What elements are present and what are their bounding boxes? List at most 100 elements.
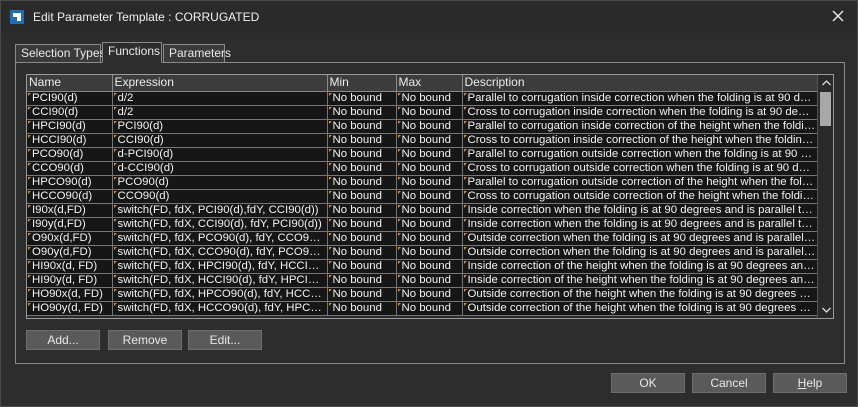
- cell-max[interactable]: No bound: [396, 301, 463, 316]
- cell-max[interactable]: No bound: [396, 161, 463, 176]
- cell-name[interactable]: HPCO90(d): [27, 175, 113, 190]
- add-button[interactable]: Add...: [26, 330, 100, 350]
- cell-expression[interactable]: switch(FD, fdX, HCCI90(d), fdY, HPCI90(d…: [112, 273, 328, 288]
- cell-min[interactable]: No bound: [327, 133, 397, 148]
- cell-name[interactable]: HO90x(d, FD): [27, 287, 113, 302]
- cell-expression[interactable]: d-CCI90(d): [112, 161, 328, 176]
- cell-name[interactable]: HCCO90(d): [27, 189, 113, 204]
- cell-expression[interactable]: d-PCI90(d): [112, 147, 328, 162]
- column-header-description[interactable]: Description: [462, 75, 818, 92]
- cell-name[interactable]: CCO90(d): [27, 161, 113, 176]
- cell-expression[interactable]: switch(FD, fdX, HCCO90(d), fdY, HPCO90(.…: [112, 301, 328, 316]
- cell-min[interactable]: No bound: [327, 259, 397, 274]
- cell-expression[interactable]: PCO90(d): [112, 175, 328, 190]
- cell-description[interactable]: Inside correction when the folding is at…: [462, 203, 818, 218]
- cell-max[interactable]: No bound: [396, 203, 463, 218]
- cell-min[interactable]: No bound: [327, 91, 397, 106]
- cell-max[interactable]: No bound: [396, 133, 463, 148]
- ok-button[interactable]: OK: [611, 373, 685, 393]
- table-row[interactable]: HO90x(d, FD) switch(FD, fdX, HPCO90(d), f…: [27, 287, 818, 302]
- scroll-up-button[interactable]: [818, 76, 833, 90]
- cell-min[interactable]: No bound: [327, 119, 397, 134]
- cell-max[interactable]: No bound: [396, 231, 463, 246]
- cell-expression[interactable]: switch(FD, fdX, HPCI90(d), fdY, HCCI90(d…: [112, 259, 328, 274]
- table-row[interactable]: HCCI90(d) CCI90(d) No bound No bound Cross t…: [27, 133, 818, 148]
- cell-min[interactable]: No bound: [327, 175, 397, 190]
- cell-name[interactable]: HI90x(d, FD): [27, 259, 113, 274]
- cell-max[interactable]: No bound: [396, 287, 463, 302]
- remove-button[interactable]: Remove: [108, 330, 182, 350]
- cell-min[interactable]: No bound: [327, 245, 397, 260]
- cell-name[interactable]: O90x(d,FD): [27, 231, 113, 246]
- cell-min[interactable]: No bound: [327, 273, 397, 288]
- cell-min[interactable]: No bound: [327, 203, 397, 218]
- cell-max[interactable]: No bound: [396, 245, 463, 260]
- table-row[interactable]: HCCO90(d) CCO90(d) No bound No bound Cross t…: [27, 189, 818, 204]
- cell-max[interactable]: No bound: [396, 189, 463, 204]
- cell-name[interactable]: HI90y(d, FD): [27, 273, 113, 288]
- cell-description[interactable]: Parallel to corrugation inside correctio…: [462, 119, 818, 134]
- cell-description[interactable]: Outside correction of the height when th…: [462, 287, 818, 302]
- cell-min[interactable]: No bound: [327, 147, 397, 162]
- edit-button[interactable]: Edit...: [188, 330, 262, 350]
- cell-min[interactable]: No bound: [327, 217, 397, 232]
- cell-name[interactable]: PCO90(d): [27, 147, 113, 162]
- cell-max[interactable]: No bound: [396, 175, 463, 190]
- cell-name[interactable]: HCCI90(d): [27, 133, 113, 148]
- cell-description[interactable]: Cross to corrugation inside correction w…: [462, 105, 818, 120]
- cell-name[interactable]: O90y(d,FD): [27, 245, 113, 260]
- cell-expression[interactable]: switch(FD, fdX, CCO90(d), fdY, PCO90(d)): [112, 245, 328, 260]
- cell-name[interactable]: PCI90(d): [27, 91, 113, 106]
- tab-parameters[interactable]: Parameters: [163, 44, 231, 63]
- cell-max[interactable]: No bound: [396, 259, 463, 274]
- table-row[interactable]: CCI90(d) d/2 No bound No bound Cross to corr…: [27, 105, 818, 120]
- cell-max[interactable]: No bound: [396, 91, 463, 106]
- table-row[interactable]: HPCO90(d) PCO90(d) No bound No bound Paralle…: [27, 175, 818, 190]
- cell-expression[interactable]: PCI90(d): [112, 119, 328, 134]
- cell-min[interactable]: No bound: [327, 189, 397, 204]
- cell-name[interactable]: I90x(d,FD): [27, 203, 113, 218]
- column-header-min[interactable]: Min: [327, 75, 397, 92]
- table-row[interactable]: O90y(d,FD) switch(FD, fdX, CCO90(d), fdY,…: [27, 245, 818, 260]
- cell-name[interactable]: CCI90(d): [27, 105, 113, 120]
- table-row[interactable]: PCI90(d) d/2 No bound No bound Parallel to c…: [27, 91, 818, 106]
- cell-description[interactable]: Parallel to corrugation outside correcti…: [462, 147, 818, 162]
- cell-description[interactable]: Cross to corrugation inside correction o…: [462, 133, 818, 148]
- cell-description[interactable]: Outside correction when the folding is a…: [462, 231, 818, 246]
- table-row[interactable]: CCO90(d) d-CCI90(d) No bound No bound Cross …: [27, 161, 818, 176]
- cell-description[interactable]: Cross to corrugation outside correction …: [462, 189, 818, 204]
- cell-description[interactable]: Cross to corrugation outside correction …: [462, 161, 818, 176]
- cell-description[interactable]: Parallel to corrugation outside correcti…: [462, 175, 818, 190]
- table-row[interactable]: HI90y(d, FD) switch(FD, fdX, HCCI90(d), f…: [27, 273, 818, 288]
- table-row[interactable]: I90x(d,FD) switch(FD, fdX, PCI90(d),fdY, …: [27, 203, 818, 218]
- cell-expression[interactable]: switch(FD, fdX, CCI90(d), fdY, PCI90(d)): [112, 217, 328, 232]
- cell-description[interactable]: Parallel to corrugation inside correctio…: [462, 91, 818, 106]
- cell-description[interactable]: Inside correction of the height when the…: [462, 273, 818, 288]
- cell-expression[interactable]: switch(FD, fdX, PCO90(d), fdY, CCO90(d)): [112, 231, 328, 246]
- cell-min[interactable]: No bound: [327, 105, 397, 120]
- cell-max[interactable]: No bound: [396, 105, 463, 120]
- functions-grid[interactable]: Name Expression Min Max Description PCI9…: [26, 74, 834, 319]
- cell-name[interactable]: I90y(d,FD): [27, 217, 113, 232]
- cell-expression[interactable]: d/2: [112, 91, 328, 106]
- scroll-down-button[interactable]: [818, 303, 833, 317]
- cell-name[interactable]: HO90y(d, FD): [27, 301, 113, 316]
- column-header-name[interactable]: Name: [27, 75, 113, 92]
- table-row[interactable]: I90y(d,FD) switch(FD, fdX, CCI90(d), fdY,…: [27, 217, 818, 232]
- column-header-max[interactable]: Max: [396, 75, 463, 92]
- cell-expression[interactable]: CCI90(d): [112, 133, 328, 148]
- cell-expression[interactable]: switch(FD, fdX, HPCO90(d), fdY, HCCO90(.…: [112, 287, 328, 302]
- cell-expression[interactable]: CCO90(d): [112, 189, 328, 204]
- cell-expression[interactable]: switch(FD, fdX, PCI90(d),fdY, CCI90(d)): [112, 203, 328, 218]
- cell-max[interactable]: No bound: [396, 217, 463, 232]
- cell-name[interactable]: HPCI90(d): [27, 119, 113, 134]
- cell-max[interactable]: No bound: [396, 273, 463, 288]
- column-header-expression[interactable]: Expression: [112, 75, 328, 92]
- cell-min[interactable]: No bound: [327, 231, 397, 246]
- cell-min[interactable]: No bound: [327, 287, 397, 302]
- cell-description[interactable]: Inside correction when the folding is at…: [462, 217, 818, 232]
- table-row[interactable]: HI90x(d, FD) switch(FD, fdX, HPCI90(d), f…: [27, 259, 818, 274]
- tab-functions[interactable]: Functions: [102, 42, 162, 63]
- cell-max[interactable]: No bound: [396, 119, 463, 134]
- cell-min[interactable]: No bound: [327, 301, 397, 316]
